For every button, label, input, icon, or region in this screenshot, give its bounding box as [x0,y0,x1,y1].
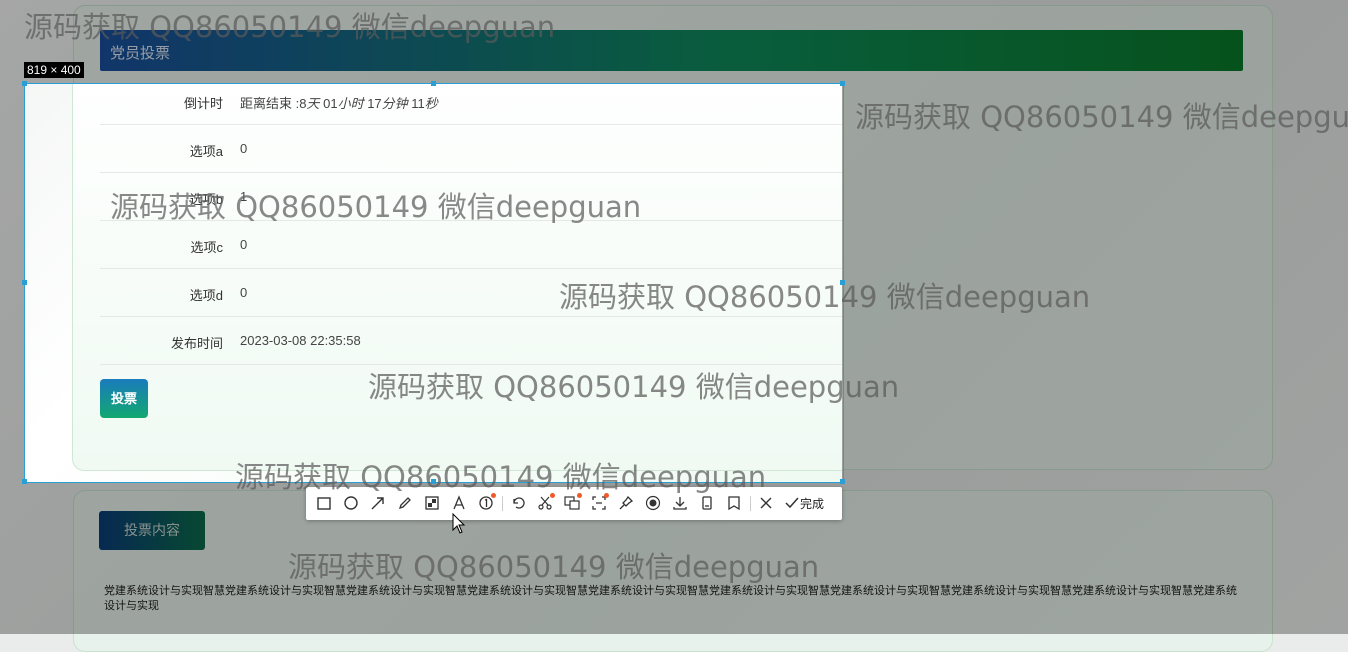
bookmark-icon[interactable] [725,495,743,513]
row-option-b: 选项b 1 [100,173,842,221]
close-icon[interactable] [757,495,775,513]
resize-handle-tc[interactable] [431,81,436,86]
ellipse-icon[interactable] [342,495,360,513]
check-icon [785,497,799,509]
option-b-label: 选项b [189,192,223,207]
row-countdown: 倒计时 距离结束 :8天 01小时 17分钟 11秒 [100,84,842,125]
translate-icon[interactable] [563,493,582,513]
countdown-label: 倒计时 [183,96,223,111]
done-label: 完成 [800,497,825,511]
arrow-icon[interactable] [369,495,387,513]
save-device-icon[interactable] [698,495,716,513]
resize-handle-ml[interactable] [22,280,27,285]
option-b-value: 1 [240,189,248,204]
row-option-d: 选项d 0 [100,269,842,317]
record-icon[interactable] [644,495,662,513]
resize-handle-tr[interactable] [840,81,845,86]
row-option-a: 选项a 0 [100,125,842,173]
cutout-icon[interactable] [536,493,555,513]
option-d-label: 选项d [189,288,223,303]
row-option-c: 选项c 0 [100,221,842,269]
publish-time-label: 发布时间 [170,336,223,351]
countdown-value: 距离结束 :8天 01小时 17分钟 11秒 [240,96,438,111]
download-icon[interactable] [671,495,689,513]
option-a-value: 0 [240,141,248,156]
pin-icon[interactable] [617,495,635,513]
resize-handle-tl[interactable] [22,81,27,86]
screenshot-toolbar: 完成 [306,487,842,520]
number-icon[interactable] [477,493,496,513]
done-button[interactable]: 完成 [784,495,824,512]
option-d-value: 0 [240,285,248,300]
capture-region[interactable]: 倒计时 距离结束 :8天 01小时 17分钟 11秒 选项a 0 选项b 1 选… [25,84,842,482]
option-a-label: 选项a [189,144,223,159]
selection-size-label: 819 × 400 [24,62,84,78]
publish-time-value: 2023-03-08 22:35:58 [240,333,361,348]
row-publish-time: 发布时间 2023-03-08 22:35:58 [100,317,842,365]
mosaic-icon[interactable] [423,495,441,513]
text-icon[interactable] [450,495,468,513]
vote-button[interactable]: 投票 [100,379,148,418]
long-screenshot-icon[interactable] [590,493,609,513]
resize-handle-mr[interactable] [840,280,845,285]
rectangle-icon[interactable] [315,495,333,513]
resize-handle-br[interactable] [840,479,845,484]
resize-handle-bl[interactable] [22,479,27,484]
option-c-label: 选项c [190,240,223,255]
pencil-icon[interactable] [396,495,414,513]
option-c-value: 0 [240,237,248,252]
resize-handle-bc[interactable] [431,479,436,484]
undo-icon[interactable] [509,495,527,513]
mouse-cursor-icon [452,513,466,534]
